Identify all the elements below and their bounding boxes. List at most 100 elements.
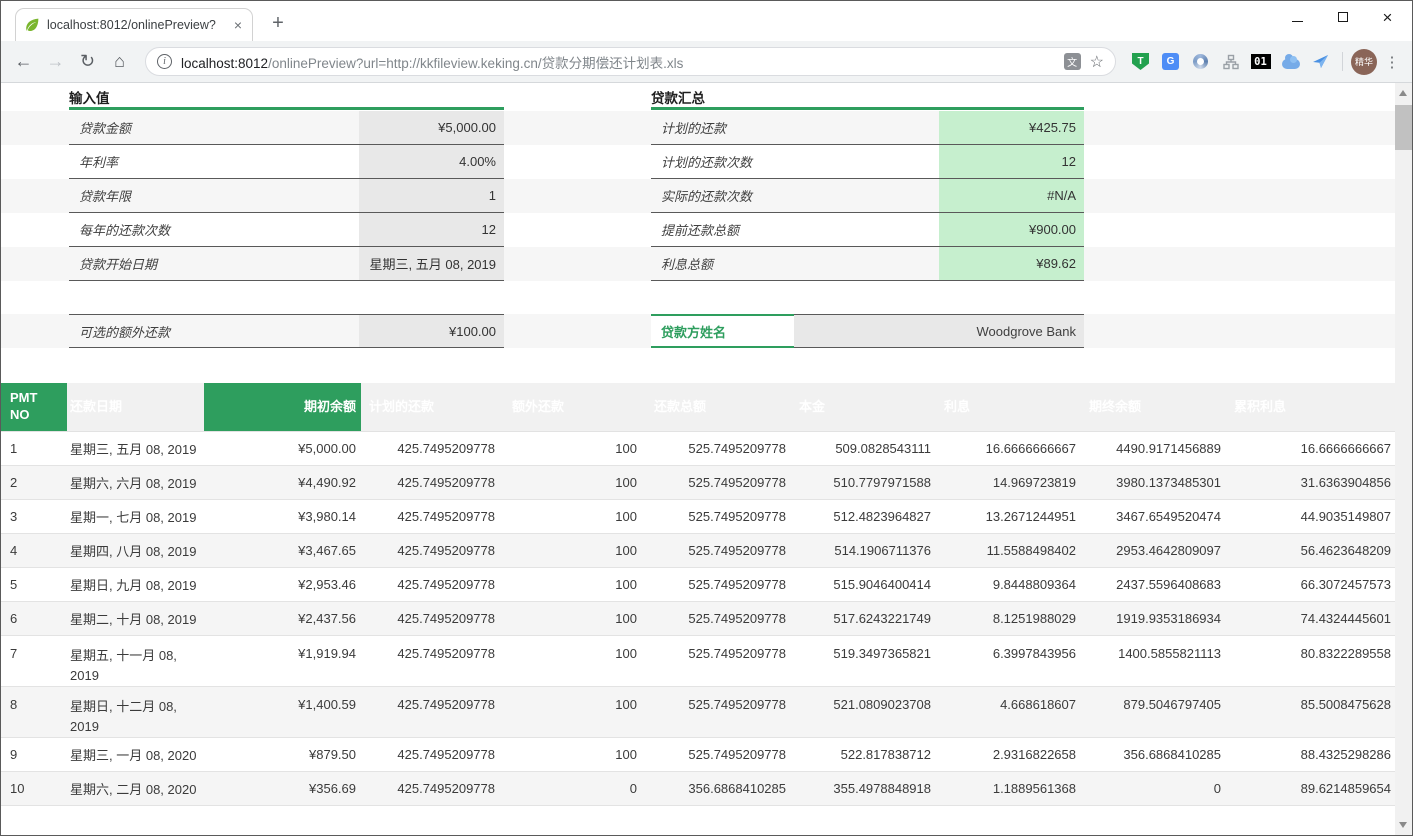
summary-row-label: 利息总额: [651, 247, 939, 281]
cell: 100: [504, 500, 646, 533]
minimize-button[interactable]: [1275, 3, 1320, 31]
cell: 3980.1373485301: [1081, 466, 1226, 499]
browser-menu-icon[interactable]: ⋮: [1380, 47, 1404, 76]
cell: 星期一, 七月 08, 2019: [67, 500, 204, 533]
cell: 100: [504, 568, 646, 601]
home-button[interactable]: ⌂: [105, 47, 134, 76]
cell: 3: [1, 500, 67, 533]
tampermonkey-extension-icon[interactable]: T: [1127, 47, 1154, 76]
top-table-row: 年利率4.00%计划的还款次数12: [1, 145, 1397, 179]
cell: 425.7495209778: [361, 432, 504, 465]
url-bar[interactable]: i localhost:8012/onlinePreview?url=http:…: [145, 47, 1116, 76]
cell: 0: [1081, 772, 1226, 805]
summary-row-label: 计划的还款: [651, 111, 939, 145]
cell: ¥1,919.94: [204, 636, 361, 686]
cell: 1.1889561368: [936, 772, 1081, 805]
summary-row-label: 实际的还款次数: [651, 179, 939, 213]
cell: 425.7495209778: [361, 534, 504, 567]
translate-extension-icon[interactable]: G: [1157, 47, 1184, 76]
cell: 525.7495209778: [646, 534, 791, 567]
forward-button[interactable]: →: [41, 47, 70, 76]
cell: 0: [504, 772, 646, 805]
extra-payment-label: 可选的额外还款: [69, 314, 359, 348]
schedule-row: 1星期三, 五月 08, 2019¥5,000.00425.7495209778…: [1, 432, 1397, 466]
cell: 100: [504, 432, 646, 465]
cell: 星期日, 九月 08, 2019: [67, 568, 204, 601]
top-table-row: 每年的还款次数12提前还款总额¥900.00: [1, 213, 1397, 247]
tab-title: localhost:8012/onlinePreview?: [47, 18, 225, 32]
reload-button[interactable]: ↻: [73, 47, 102, 76]
summary-row-value: 12: [939, 145, 1084, 179]
cell: 9.8448809364: [936, 568, 1081, 601]
bookmark-star-icon[interactable]: ☆: [1090, 52, 1104, 72]
badge-01-icon: 01: [1251, 54, 1271, 69]
profile-avatar[interactable]: 精华: [1351, 49, 1377, 75]
scroll-up-icon[interactable]: [1399, 90, 1407, 96]
cell: 星期日, 十二月 08, 2019: [67, 687, 204, 737]
summary-row-value: ¥900.00: [939, 213, 1084, 247]
input-row-value: 1: [359, 179, 504, 213]
cell: 525.7495209778: [646, 602, 791, 635]
tab-close-icon[interactable]: ×: [232, 17, 244, 33]
cell: ¥4,490.92: [204, 466, 361, 499]
cell: 519.3497365821: [791, 636, 936, 686]
badge-01-extension-icon[interactable]: 01: [1247, 47, 1274, 76]
lender-name-label: 贷款方姓名: [651, 314, 794, 348]
cell: 100: [504, 534, 646, 567]
new-tab-button[interactable]: +: [265, 10, 291, 36]
cell: 525.7495209778: [646, 432, 791, 465]
sitemap-icon: [1223, 54, 1239, 70]
cell: 425.7495209778: [361, 568, 504, 601]
scroll-down-icon[interactable]: [1399, 822, 1407, 828]
cloud-icon: [1282, 59, 1300, 69]
cell: 16.6666666667: [936, 432, 1081, 465]
bird-extension-icon[interactable]: [1307, 47, 1334, 76]
column-header: 还款日期: [67, 383, 204, 431]
cell: ¥2,953.46: [204, 568, 361, 601]
cell: 100: [504, 466, 646, 499]
cell: 11.5588498402: [936, 534, 1081, 567]
cell: 89.6214859654: [1226, 772, 1397, 805]
cloud-extension-icon[interactable]: [1277, 47, 1304, 76]
cell: 100: [504, 687, 646, 737]
page-translate-icon[interactable]: 文: [1064, 53, 1081, 70]
cell: 4490.9171456889: [1081, 432, 1226, 465]
schedule-row: 2星期六, 六月 08, 2019¥4,490.92425.7495209778…: [1, 466, 1397, 500]
back-button[interactable]: ←: [9, 47, 38, 76]
cell: 425.7495209778: [361, 500, 504, 533]
scrollbar-thumb[interactable]: [1395, 105, 1412, 150]
browser-tab[interactable]: localhost:8012/onlinePreview? ×: [15, 8, 253, 41]
cell: 星期二, 十月 08, 2019: [67, 602, 204, 635]
close-icon: ×: [1383, 9, 1393, 26]
site-info-icon[interactable]: i: [157, 54, 172, 69]
vertical-scrollbar[interactable]: [1395, 83, 1412, 835]
input-row-label: 贷款年限: [69, 179, 359, 213]
window-controls: ×: [1275, 3, 1410, 31]
input-table-underline: [69, 107, 504, 110]
cell: 425.7495209778: [361, 687, 504, 737]
maximize-button[interactable]: [1320, 3, 1365, 31]
top-table-row: 贷款年限1实际的还款次数#N/A: [1, 179, 1397, 213]
translate-icon: G: [1162, 53, 1179, 70]
cell: 10: [1, 772, 67, 805]
cell: ¥3,980.14: [204, 500, 361, 533]
cell: 14.969723819: [936, 466, 1081, 499]
sitemap-extension-icon[interactable]: [1217, 47, 1244, 76]
schedule-row: 4星期四, 八月 08, 2019¥3,467.65425.7495209778…: [1, 534, 1397, 568]
input-row-value: 12: [359, 213, 504, 247]
cell: 2437.5596408683: [1081, 568, 1226, 601]
cell: 44.9035149807: [1226, 500, 1397, 533]
cell: 星期五, 十一月 08, 2019: [67, 636, 204, 686]
cell: 514.1906711376: [791, 534, 936, 567]
cell: 517.6243221749: [791, 602, 936, 635]
cell: 1400.5855821113: [1081, 636, 1226, 686]
close-window-button[interactable]: ×: [1365, 3, 1410, 31]
ring-extension-icon[interactable]: [1187, 47, 1214, 76]
schedule-row: 6星期二, 十月 08, 2019¥2,437.56425.7495209778…: [1, 602, 1397, 636]
input-row-label: 贷款金额: [69, 111, 359, 145]
cell: 100: [504, 738, 646, 771]
column-header: 额外还款: [504, 383, 646, 431]
cell: 515.9046400414: [791, 568, 936, 601]
cell: 355.4978848918: [791, 772, 936, 805]
column-header: 本金: [791, 383, 936, 431]
